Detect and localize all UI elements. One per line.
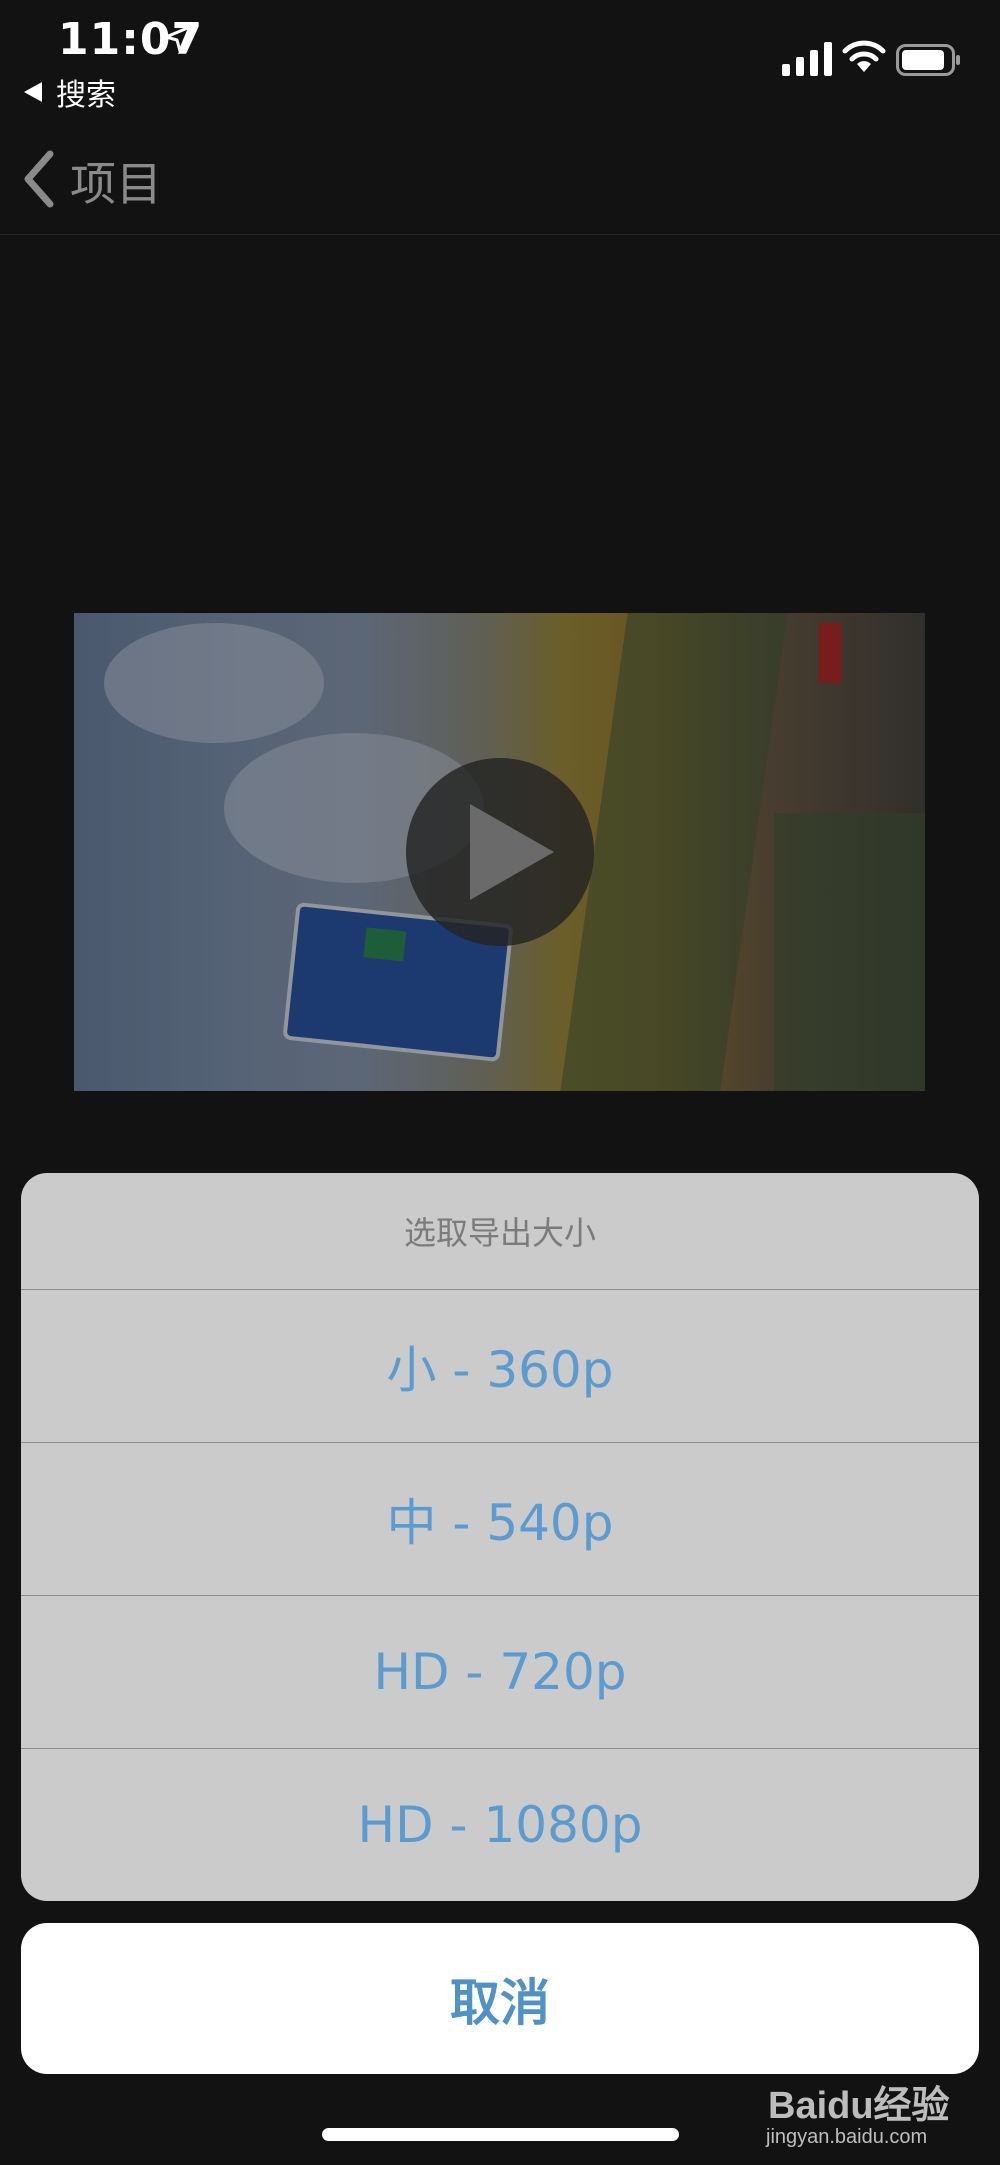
back-to-app-button[interactable]: 搜索 xyxy=(24,72,116,113)
play-button[interactable] xyxy=(406,758,594,946)
location-arrow-icon xyxy=(164,25,192,53)
export-size-action-sheet: 选取导出大小 小 - 360p 中 - 540p HD - 720p HD - … xyxy=(21,1173,979,1901)
option-720p[interactable]: HD - 720p xyxy=(21,1596,979,1749)
chevron-left-icon[interactable] xyxy=(20,150,56,208)
screen: 11:07 搜索 项目 选取导出大小 小 - 360p 中 - 540p HD … xyxy=(0,0,1000,2165)
play-icon xyxy=(470,804,554,900)
baidu-watermark: Baidu经验 jingyan.baidu.com xyxy=(766,2072,986,2156)
watermark-site: jingyan.baidu.com xyxy=(766,2126,928,2148)
battery-icon xyxy=(896,44,960,76)
nav-back-label[interactable]: 项目 xyxy=(70,148,162,214)
back-triangle-icon xyxy=(24,82,42,102)
option-1080p[interactable]: HD - 1080p xyxy=(21,1749,979,1901)
cellular-signal-icon xyxy=(782,42,832,76)
wifi-icon xyxy=(842,40,886,72)
cancel-button[interactable]: 取消 xyxy=(21,1923,979,2074)
watermark-brand: Baidu经验 xyxy=(768,2085,950,2127)
option-540p[interactable]: 中 - 540p xyxy=(21,1443,979,1596)
action-sheet-title: 选取导出大小 xyxy=(21,1173,979,1290)
back-to-app-label: 搜索 xyxy=(56,78,116,113)
option-360p[interactable]: 小 - 360p xyxy=(21,1290,979,1443)
navigation-bar: 项目 xyxy=(0,120,1000,235)
home-indicator[interactable] xyxy=(322,2128,679,2141)
